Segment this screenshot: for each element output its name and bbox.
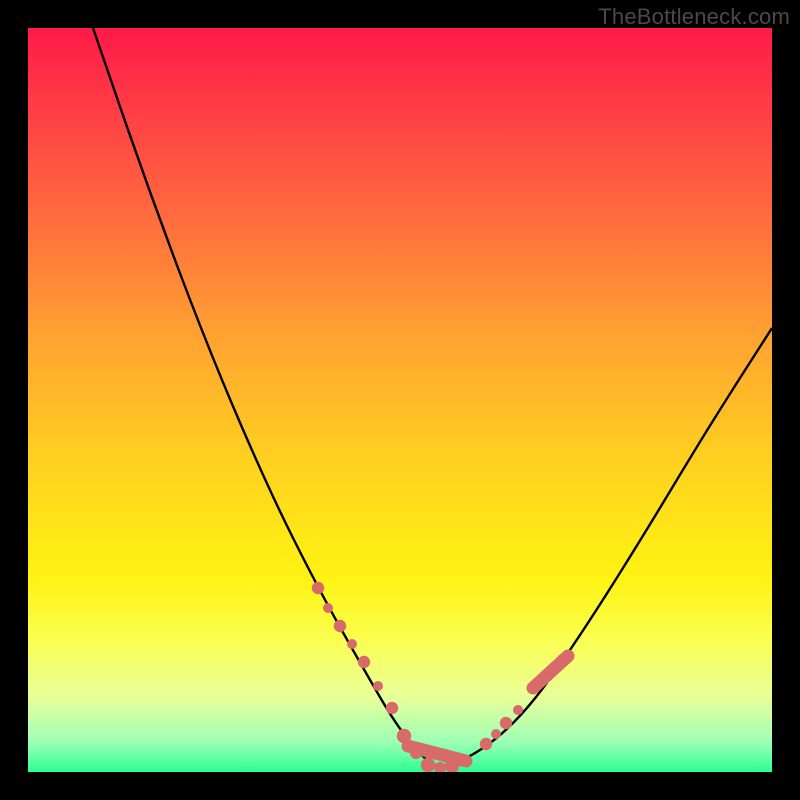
plot-area — [28, 28, 772, 772]
chart-frame: TheBottleneck.com — [0, 0, 800, 800]
heat-gradient-background — [28, 28, 772, 772]
watermark-text: TheBottleneck.com — [598, 4, 790, 30]
